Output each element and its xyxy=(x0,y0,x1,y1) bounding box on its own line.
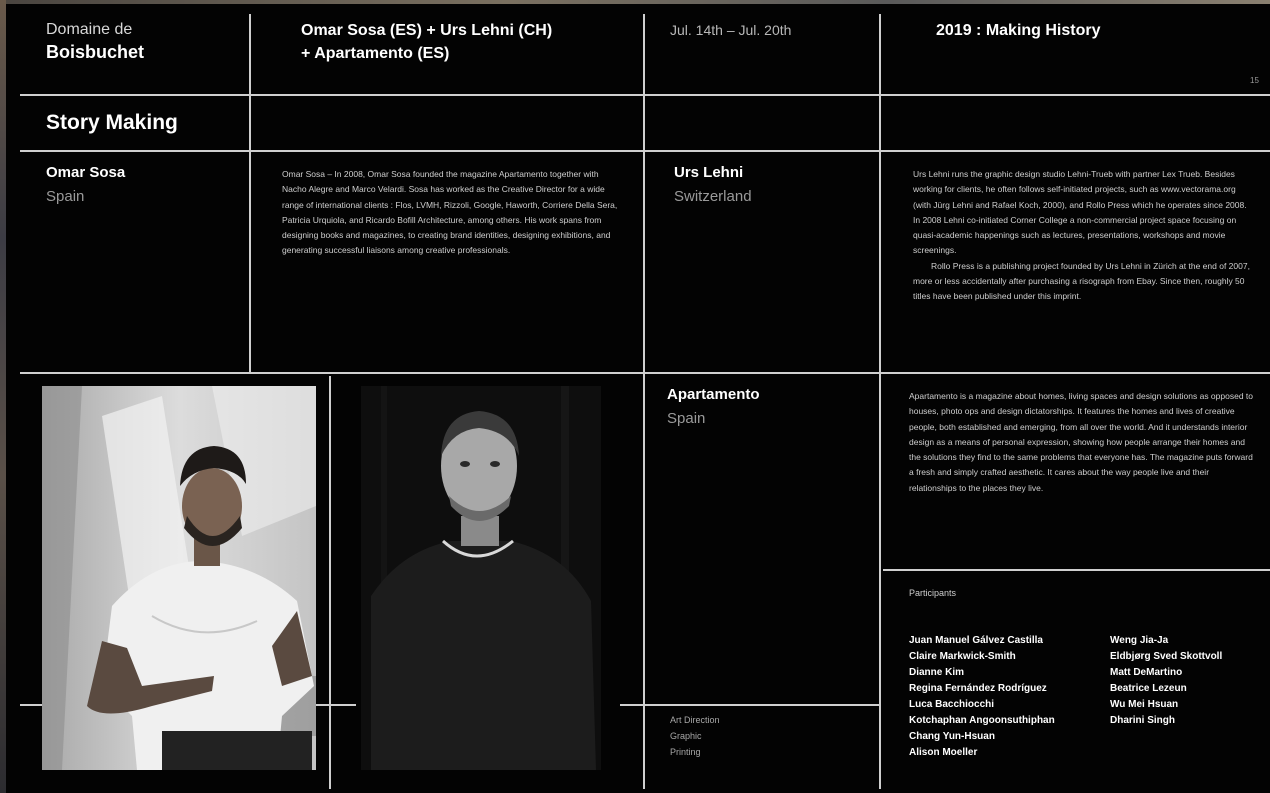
person-bio: Omar Sosa – In 2008, Omar Sosa founded t… xyxy=(282,167,618,259)
portrait-photo-urs-lehni xyxy=(361,386,601,770)
bio-text: Apartamento is a magazine about homes, l… xyxy=(909,391,1253,493)
participants-heading-1: Omar Sosa (ES) + Urs Lehni (CH) xyxy=(301,22,553,39)
participant-name: Dianne Kim xyxy=(909,667,965,678)
grid-rule xyxy=(20,704,44,706)
grid-rule xyxy=(329,376,331,789)
portrait-illustration xyxy=(42,386,316,770)
page-number: 15 xyxy=(1250,76,1259,85)
portrait-illustration xyxy=(361,386,601,770)
grid-rule xyxy=(643,14,645,789)
participant-name: Claire Markwick-Smith xyxy=(909,651,1016,662)
grid-rule xyxy=(20,372,1270,374)
participant-name: Chang Yun-Hsuan xyxy=(909,731,995,742)
participant-name: Regina Fernández Rodríguez xyxy=(909,683,1047,694)
participant-name: Dharini Singh xyxy=(1110,715,1175,726)
participant-name: Matt DeMartino xyxy=(1110,667,1183,678)
category-item: Printing xyxy=(670,747,701,757)
venue-line-1: Domaine de xyxy=(46,21,133,38)
grid-rule xyxy=(316,704,356,706)
participants-heading-2: + Apartamento (ES) xyxy=(301,45,450,62)
person-country: Switzerland xyxy=(674,188,752,205)
participant-name: Wu Mei Hsuan xyxy=(1110,699,1179,710)
participant-name: Beatrice Lezeun xyxy=(1110,683,1187,694)
bio-text: Urs Lehni runs the graphic design studio… xyxy=(913,169,1247,256)
grid-rule xyxy=(883,569,1270,571)
grid-rule xyxy=(20,150,1270,152)
series-title: 2019 : Making History xyxy=(936,22,1101,39)
person-country: Spain xyxy=(46,188,85,205)
grid-rule xyxy=(620,704,880,706)
participant-name: Kotchaphan Angoonsuthiphan xyxy=(909,715,1055,726)
participant-name: Juan Manuel Gálvez Castilla xyxy=(909,635,1043,646)
grid-rule xyxy=(20,94,1270,96)
participant-name: Weng Jia-Ja xyxy=(1110,635,1169,646)
section-title: Story Making xyxy=(46,111,178,134)
person-country: Spain xyxy=(667,410,706,427)
category-list: Art Direction Graphic Printing xyxy=(670,712,720,760)
grid-rule xyxy=(879,14,881,789)
portrait-photo-omar-sosa xyxy=(42,386,316,770)
venue-line-2: Boisbuchet xyxy=(46,42,145,62)
category-item: Art Direction xyxy=(670,715,720,725)
participants-column-1: Juan Manuel Gálvez Castilla Claire Markw… xyxy=(909,633,1055,761)
participants-column-2: Weng Jia-Ja Eldbjørg Sved Skottvoll Matt… xyxy=(1110,633,1222,729)
person-bio: Urs Lehni runs the graphic design studio… xyxy=(913,167,1253,305)
person-name: Urs Lehni xyxy=(674,164,744,181)
participant-name: Alison Moeller xyxy=(909,747,978,758)
category-item: Graphic xyxy=(670,731,702,741)
grid-rule xyxy=(249,14,251,372)
person-name: Apartamento xyxy=(667,386,760,403)
workshop-dates: Jul. 14th – Jul. 20th xyxy=(670,22,792,38)
bio-text: Omar Sosa – In 2008, Omar Sosa founded t… xyxy=(282,169,618,256)
bio-text: Rollo Press is a publishing project foun… xyxy=(913,260,1250,302)
participant-name: Eldbjørg Sved Skottvoll xyxy=(1110,651,1223,662)
person-bio: Apartamento is a magazine about homes, l… xyxy=(909,389,1254,496)
participants-label: Participants xyxy=(909,588,957,598)
participant-name: Luca Bacchiocchi xyxy=(909,699,995,710)
person-name: Omar Sosa xyxy=(46,164,126,181)
poster-page: Domaine de Boisbuchet Omar Sosa (ES) + U… xyxy=(6,4,1270,793)
